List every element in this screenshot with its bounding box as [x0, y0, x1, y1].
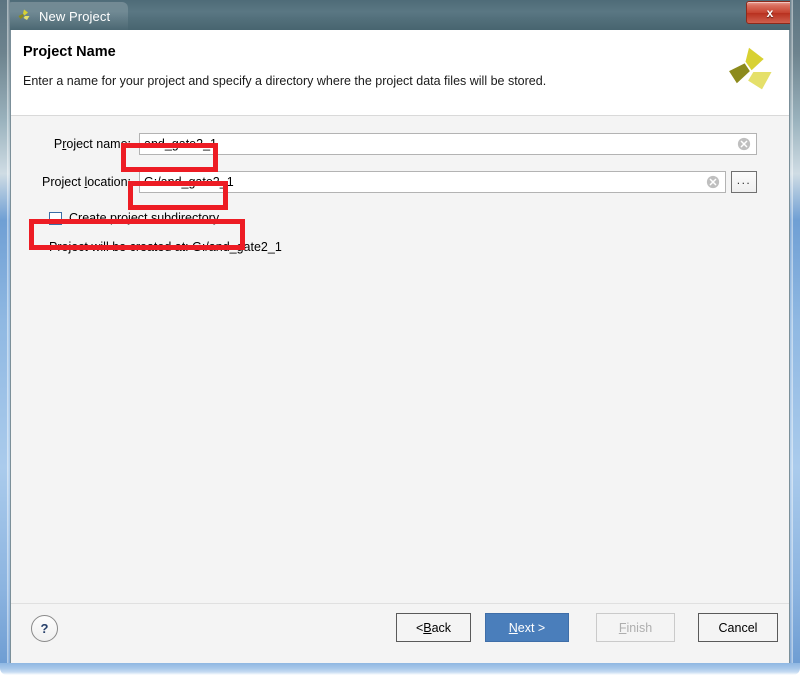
- page-title: Project Name: [23, 44, 116, 60]
- project-location-value: G:/and_gate2_1: [144, 175, 234, 189]
- wizard-header: Project Name Enter a name for your proje…: [11, 30, 789, 116]
- new-project-dialog-window: New Project x Project Name Enter a name …: [0, 0, 800, 675]
- window-titlebar: New Project x: [0, 0, 800, 30]
- window-frame-right-sheen: [790, 0, 793, 668]
- project-name-input[interactable]: and_gate2_1: [139, 133, 757, 155]
- close-button[interactable]: x: [746, 1, 794, 24]
- project-name-label: Project name:: [53, 137, 131, 151]
- close-icon: x: [766, 5, 774, 20]
- back-button[interactable]: < Back: [396, 613, 471, 642]
- project-name-value: and_gate2_1: [144, 137, 217, 151]
- window-title: New Project: [39, 8, 111, 24]
- project-created-at-text: Project will be created at: G:/and_gate2…: [49, 240, 282, 254]
- project-name-row: Project name: and_gate2_1: [11, 133, 757, 155]
- window-frame-left-sheen: [7, 0, 10, 668]
- wizard-form-body: Project name: and_gate2_1 Project locati…: [11, 116, 789, 603]
- cancel-button[interactable]: Cancel: [698, 613, 778, 642]
- create-subdirectory-label: Create project subdirectory: [69, 211, 220, 225]
- finish-button: Finish: [596, 613, 675, 642]
- next-button[interactable]: Next >: [485, 613, 569, 642]
- create-subdirectory-row[interactable]: Create project subdirectory: [49, 208, 219, 228]
- create-subdirectory-checkbox[interactable]: [49, 211, 62, 225]
- browse-location-button[interactable]: ...: [731, 171, 757, 193]
- vivado-logo-icon: [18, 9, 30, 20]
- project-location-label: Project location:: [42, 175, 131, 189]
- page-subtitle: Enter a name for your project and specif…: [23, 74, 547, 88]
- vivado-logo: [729, 47, 772, 90]
- dialog-button-bar: ? < Back Next > Finish Cancel: [11, 603, 789, 664]
- help-button[interactable]: ?: [31, 615, 58, 642]
- project-location-input[interactable]: G:/and_gate2_1: [139, 171, 726, 193]
- clear-circle-icon[interactable]: [706, 175, 720, 189]
- clear-circle-icon[interactable]: [737, 137, 751, 151]
- project-location-row: Project location: G:/and_gate2_1 ...: [11, 171, 757, 193]
- window-frame-bottom-edge: [0, 663, 800, 675]
- window-title-tab: New Project: [6, 2, 129, 30]
- dialog-client-area: Project Name Enter a name for your proje…: [10, 30, 790, 665]
